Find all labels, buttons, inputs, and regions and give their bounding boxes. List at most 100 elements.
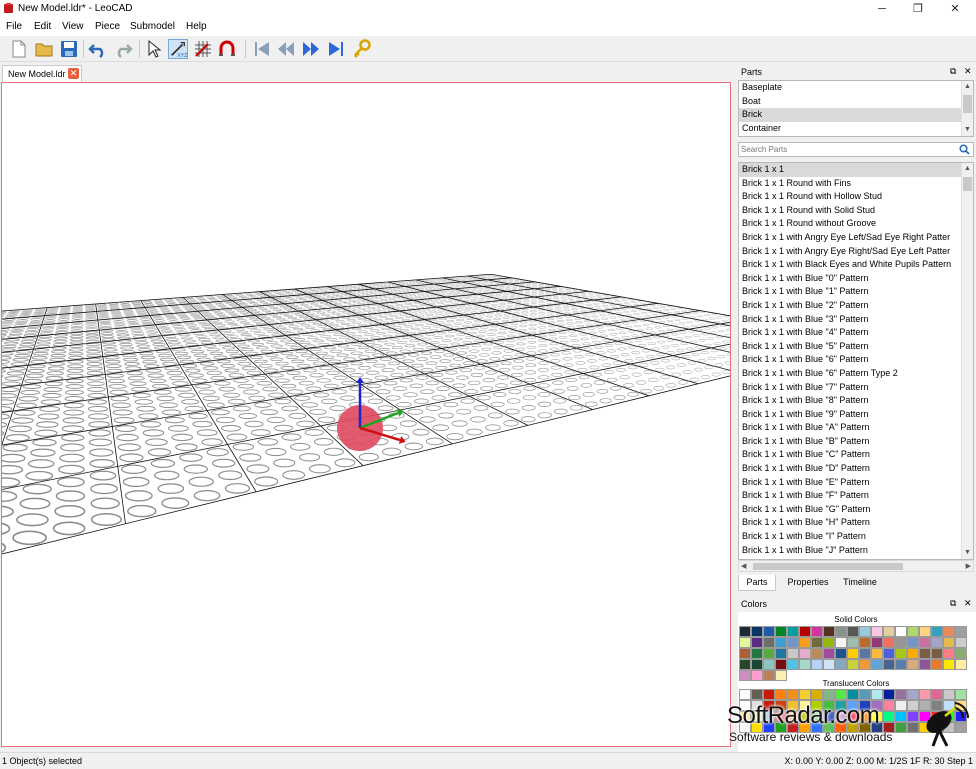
solid-color-swatch[interactable] xyxy=(823,626,835,637)
new-icon[interactable] xyxy=(9,39,29,59)
solid-color-swatch[interactable] xyxy=(847,637,859,648)
tab-properties[interactable]: Properties xyxy=(780,575,836,591)
part-item[interactable]: Brick 1 x 1 with Blue "7" Pattern xyxy=(739,381,973,395)
solid-color-swatch[interactable] xyxy=(847,626,859,637)
solid-color-swatch[interactable] xyxy=(907,626,919,637)
close-panel-icon[interactable]: ✕ xyxy=(964,598,972,609)
solid-color-swatch[interactable] xyxy=(955,659,967,670)
part-item[interactable]: Brick 1 x 1 with Blue "3" Pattern xyxy=(739,313,973,327)
translucent-color-swatch[interactable] xyxy=(835,689,847,700)
part-item[interactable]: Brick 1 x 1 with Blue "1" Pattern xyxy=(739,285,973,299)
solid-color-swatch[interactable] xyxy=(823,648,835,659)
translucent-color-swatch[interactable] xyxy=(931,689,943,700)
solid-color-swatch[interactable] xyxy=(895,637,907,648)
scroll-up-icon[interactable]: ▲ xyxy=(962,163,973,175)
solid-color-swatch[interactable] xyxy=(955,637,967,648)
solid-color-swatch[interactable] xyxy=(883,626,895,637)
magnet-icon[interactable] xyxy=(217,39,237,59)
solid-color-swatch[interactable] xyxy=(931,626,943,637)
solid-color-swatch[interactable] xyxy=(823,637,835,648)
category-item[interactable]: Container xyxy=(739,122,973,136)
solid-color-swatch[interactable] xyxy=(763,637,775,648)
solid-color-swatch[interactable] xyxy=(739,648,751,659)
part-item[interactable]: Brick 1 x 1 with Blue "6" Pattern Type 2 xyxy=(739,367,973,381)
solid-color-swatch[interactable] xyxy=(835,626,847,637)
translucent-color-swatch[interactable] xyxy=(787,689,799,700)
snap-grid-icon[interactable] xyxy=(193,39,213,59)
solid-color-swatch[interactable] xyxy=(799,626,811,637)
part-item[interactable]: Brick 1 x 1 with Blue "9" Pattern xyxy=(739,408,973,422)
translucent-color-swatch[interactable] xyxy=(859,689,871,700)
solid-color-swatch[interactable] xyxy=(763,648,775,659)
solid-color-swatch[interactable] xyxy=(859,626,871,637)
part-item[interactable]: Brick 1 x 1 with Angry Eye Left/Sad Eye … xyxy=(739,231,973,245)
part-item[interactable]: Brick 1 x 1 with Blue "E" Pattern xyxy=(739,476,973,490)
category-item[interactable]: Brick xyxy=(739,108,973,122)
part-item[interactable]: Brick 1 x 1 with Blue "G" Pattern xyxy=(739,503,973,517)
scroll-down-icon[interactable]: ▼ xyxy=(962,124,973,136)
menu-view[interactable]: View xyxy=(62,21,84,32)
tab-timeline[interactable]: Timeline xyxy=(838,575,882,591)
save-icon[interactable] xyxy=(59,39,79,59)
solid-color-swatch[interactable] xyxy=(787,659,799,670)
redo-icon[interactable] xyxy=(113,39,133,59)
solid-color-swatch[interactable] xyxy=(811,648,823,659)
part-item[interactable]: Brick 1 x 1 Round with Hollow Stud xyxy=(739,190,973,204)
translucent-color-swatch[interactable] xyxy=(895,689,907,700)
search-icon[interactable] xyxy=(959,144,970,155)
translucent-color-swatch[interactable] xyxy=(955,689,967,700)
part-item[interactable]: Brick 1 x 1 with Blue "I" Pattern xyxy=(739,530,973,544)
parts-scrollbar[interactable]: ▲ ▼ xyxy=(961,163,973,559)
solid-color-swatch[interactable] xyxy=(859,648,871,659)
part-item[interactable]: Brick 1 x 1 with Blue "2" Pattern xyxy=(739,299,973,313)
translucent-color-swatch[interactable] xyxy=(907,689,919,700)
key-icon[interactable] xyxy=(352,39,372,59)
solid-color-swatch[interactable] xyxy=(895,659,907,670)
float-panel-icon[interactable]: ⧉ xyxy=(950,598,956,609)
menu-help[interactable]: Help xyxy=(186,21,207,32)
solid-color-swatch[interactable] xyxy=(907,637,919,648)
part-item[interactable]: Brick 1 x 1 with Blue "B" Pattern xyxy=(739,435,973,449)
solid-color-swatch[interactable] xyxy=(799,659,811,670)
part-item[interactable]: Brick 1 x 1 with Blue "5" Pattern xyxy=(739,340,973,354)
solid-color-swatch[interactable] xyxy=(919,626,931,637)
solid-color-swatch[interactable] xyxy=(847,648,859,659)
menu-piece[interactable]: Piece xyxy=(95,21,120,32)
minimize-button[interactable]: ─ xyxy=(862,0,902,18)
solid-color-swatch[interactable] xyxy=(763,626,775,637)
solid-color-swatch[interactable] xyxy=(847,659,859,670)
part-item[interactable]: Brick 1 x 1 with Blue "0" Pattern xyxy=(739,272,973,286)
search-parts-field[interactable] xyxy=(738,142,974,157)
translucent-color-swatch[interactable] xyxy=(871,689,883,700)
translucent-color-swatch[interactable] xyxy=(811,689,823,700)
translucent-color-swatch[interactable] xyxy=(943,689,955,700)
solid-color-swatch[interactable] xyxy=(883,637,895,648)
scroll-right-icon[interactable]: ▶ xyxy=(966,562,971,570)
solid-color-swatch[interactable] xyxy=(943,637,955,648)
solid-color-swatch[interactable] xyxy=(799,637,811,648)
solid-color-swatch[interactable] xyxy=(811,626,823,637)
scroll-thumb[interactable] xyxy=(963,177,972,191)
solid-color-swatch[interactable] xyxy=(751,659,763,670)
solid-color-swatch[interactable] xyxy=(943,626,955,637)
close-button[interactable]: ✕ xyxy=(935,0,975,18)
solid-color-swatch[interactable] xyxy=(919,648,931,659)
solid-color-swatch[interactable] xyxy=(871,648,883,659)
last-step-icon[interactable] xyxy=(326,39,346,59)
solid-color-swatch[interactable] xyxy=(895,626,907,637)
solid-color-swatch[interactable] xyxy=(787,637,799,648)
solid-color-swatch[interactable] xyxy=(955,626,967,637)
solid-color-swatch[interactable] xyxy=(799,648,811,659)
float-panel-icon[interactable]: ⧉ xyxy=(950,66,956,77)
part-item[interactable]: Brick 1 x 1 Round with Solid Stud xyxy=(739,204,973,218)
solid-color-swatch[interactable] xyxy=(943,659,955,670)
part-item[interactable]: Brick 1 x 1 xyxy=(739,163,973,177)
solid-color-swatch[interactable] xyxy=(931,659,943,670)
parts-list[interactable]: Brick 1 x 1 Brick 1 x 1 Round with Fins Br… xyxy=(738,162,974,560)
solid-color-swatch[interactable] xyxy=(895,648,907,659)
solid-color-swatch[interactable] xyxy=(871,637,883,648)
solid-color-swatch[interactable] xyxy=(811,659,823,670)
part-item[interactable]: Brick 1 x 1 with Blue "4" Pattern xyxy=(739,326,973,340)
solid-color-swatch[interactable] xyxy=(811,637,823,648)
open-icon[interactable] xyxy=(34,39,54,59)
